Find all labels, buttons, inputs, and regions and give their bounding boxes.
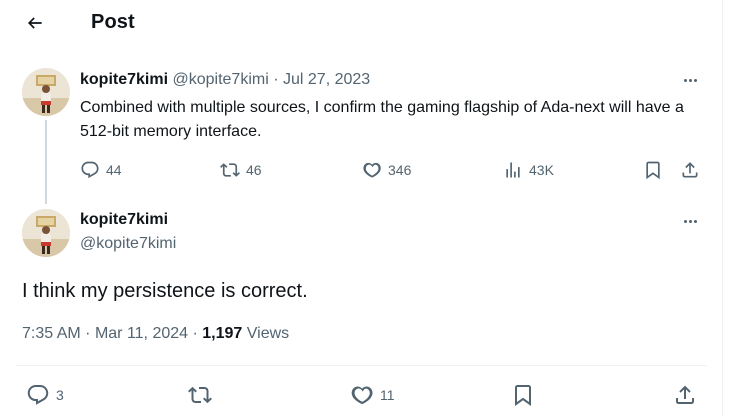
avatar[interactable] [22,68,70,116]
avatar-image [22,209,70,257]
ellipsis-dot [688,219,692,223]
views-count: 1,197 [202,325,243,342]
bar-chart-icon [506,162,520,178]
views-button[interactable]: 43K [503,160,554,180]
author-handle[interactable]: @kopite7kimi [80,235,176,253]
bookmark-button[interactable] [643,160,663,180]
author-handle[interactable]: @kopite7kimi [172,71,268,88]
repost-count: 46 [246,162,262,178]
like-count: 11 [380,387,395,403]
repost-button[interactable]: 46 [220,160,262,180]
top-bar: Post [0,0,723,46]
author-name[interactable]: kopite7kimi [80,211,168,229]
dot-separator: · [273,71,279,88]
post-date[interactable]: Mar 11, 2024 [95,325,188,342]
divider [16,365,707,366]
views-label: Views [246,325,290,342]
repost-arrows-icon [188,386,212,404]
heart-icon [363,162,381,178]
speech-bubble-icon [27,385,49,405]
arrow-left-icon [27,17,42,29]
reply-button[interactable]: 3 [26,383,64,407]
main-tweet-text: I think my persistence is correct. [22,280,308,302]
heart-icon [351,386,373,404]
ellipsis-dot [693,219,697,223]
post-metadata: 7:35 AM · Mar 11, 2024 · 1,197 Views [22,325,289,343]
more-options-button[interactable] [677,211,703,231]
share-upload-icon [682,162,698,178]
repost-button[interactable] [188,383,212,407]
repost-arrows-icon [220,163,240,177]
author-name[interactable]: kopite7kimi [80,71,168,88]
bookmark-button[interactable] [511,383,535,407]
like-count: 346 [388,162,412,178]
bookmark-icon [646,161,660,180]
avatar-image [22,68,70,116]
share-button[interactable] [673,383,697,407]
ellipsis-dot [688,78,692,82]
like-button[interactable]: 346 [362,160,411,180]
dot-separator: · [192,325,198,342]
post-date[interactable]: Jul 27, 2023 [283,71,370,88]
parent-tweet-header: kopite7kimi @kopite7kimi · Jul 27, 2023 [80,71,370,89]
more-options-button[interactable] [677,70,703,90]
dot-separator: · [85,325,91,342]
like-button[interactable]: 11 [350,383,395,407]
ellipsis-dot [693,78,697,82]
share-upload-icon [676,385,694,404]
reply-count: 44 [106,162,122,178]
avatar[interactable] [22,209,70,257]
share-button[interactable] [680,160,700,180]
back-button[interactable] [20,8,50,38]
post-detail-panel: Post kopite7kimi @kopite7kimi · Jul 27, … [0,0,723,416]
thread-connector-line [45,120,47,204]
post-time[interactable]: 7:35 AM [22,325,81,342]
ellipsis-icon [683,219,687,223]
speech-bubble-icon [81,161,99,179]
views-count: 43K [529,162,554,178]
bookmark-icon [515,385,531,406]
parent-tweet-text: Combined with multiple sources, I confir… [80,99,684,140]
reply-button[interactable]: 44 [80,160,122,180]
page-title: Post [91,11,135,33]
ellipsis-icon [683,78,687,82]
reply-count: 3 [56,387,64,403]
